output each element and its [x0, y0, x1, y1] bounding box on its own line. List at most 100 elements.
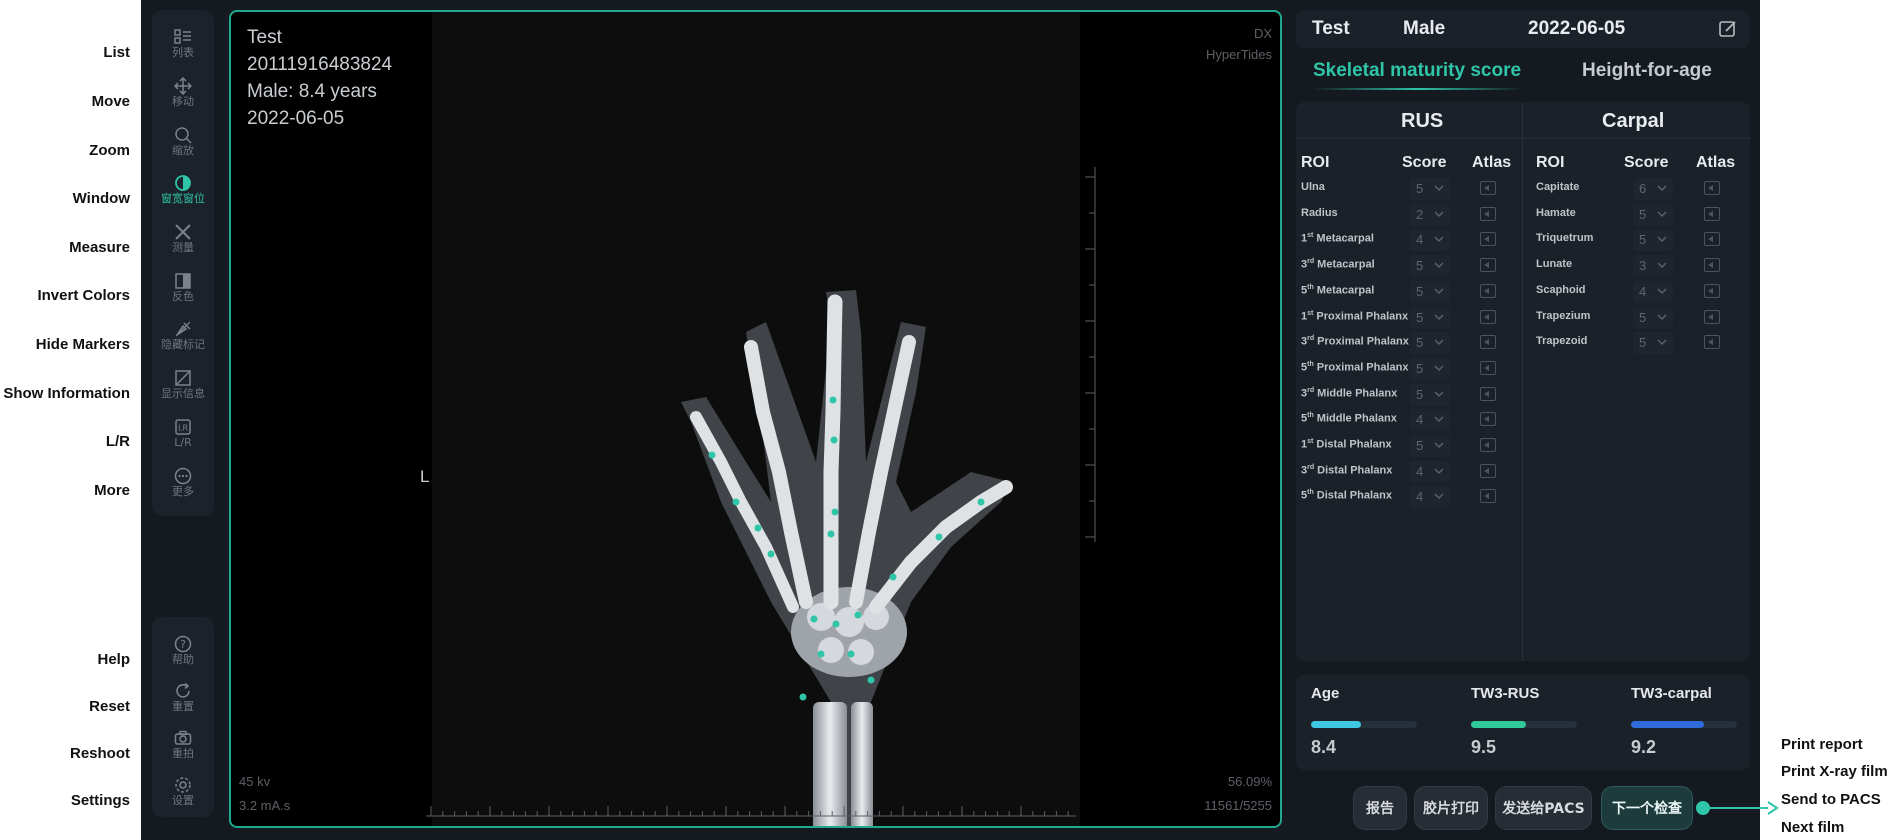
carpal-atlas-icon[interactable]: [1704, 232, 1720, 247]
rus-roi-name: 3rd Metacarpal: [1301, 258, 1375, 271]
roi-ordinal-suffix: th: [1307, 360, 1314, 368]
rus-atlas-icon[interactable]: [1480, 438, 1496, 452]
screen: List Move Zoom Window Measure Invert Col…: [0, 0, 1888, 840]
tool-measure[interactable]: 测量: [152, 219, 214, 265]
metrics-card: Age TW3-RUS TW3-carpal 8.4 9.5 9.2: [1296, 675, 1750, 770]
tool-show-info[interactable]: 显示信息: [152, 365, 214, 411]
patient-id-overlay: 20111916483824: [247, 54, 393, 75]
metric-age-fill: [1311, 721, 1361, 728]
chevron-down-icon: [1434, 442, 1444, 449]
hand-xray-image: [681, 290, 1013, 826]
rus-score-select[interactable]: 5: [1410, 332, 1450, 355]
carpal-score-select[interactable]: 4: [1633, 280, 1673, 303]
tool-reshoot[interactable]: 重拍: [152, 725, 214, 771]
window-level-overlay: 11561/5255: [1204, 798, 1272, 813]
carpal-score-select[interactable]: 5: [1633, 306, 1673, 329]
tool-zoom[interactable]: 缩放: [152, 122, 214, 168]
carpal-score-select[interactable]: 5: [1633, 229, 1673, 252]
chevron-down-icon: [1657, 339, 1667, 346]
carpal-score-select[interactable]: 6: [1633, 178, 1673, 200]
rus-roi-name: 3rd Distal Phalanx: [1301, 464, 1392, 477]
metric-age-label: Age: [1311, 685, 1340, 702]
annotation-print-report: Print report: [1781, 736, 1863, 753]
carpal-score-select[interactable]: 5: [1633, 332, 1673, 355]
tool-more[interactable]: 更多: [152, 463, 214, 509]
rus-atlas-icon[interactable]: [1480, 386, 1496, 401]
tool-label: 隐藏标记: [161, 338, 205, 351]
tool-invert[interactable]: 反色: [152, 268, 214, 314]
carpal-roi-name: Triquetrum: [1536, 232, 1594, 245]
rus-score-select[interactable]: 5: [1410, 357, 1450, 380]
tool-lr[interactable]: LR L/R: [152, 414, 214, 460]
carpal-atlas-icon[interactable]: [1704, 258, 1720, 273]
annotation-lr: L/R: [105, 433, 130, 450]
tool-help[interactable]: ? 帮助: [152, 631, 214, 677]
tool-hide-markers[interactable]: 隐藏标记: [152, 316, 214, 362]
rus-atlas-icon[interactable]: [1480, 360, 1496, 375]
invert-icon: [175, 273, 191, 289]
carpal-atlas-icon[interactable]: [1704, 181, 1720, 195]
tab-skeletal-maturity-score[interactable]: Skeletal maturity score: [1313, 60, 1521, 82]
metric-rus-value: 9.5: [1471, 737, 1497, 757]
rus-score-select[interactable]: 5: [1410, 178, 1450, 200]
rus-atlas-icon[interactable]: [1480, 412, 1496, 427]
rus-roi-name: 3rd Proximal Phalanx: [1301, 335, 1409, 348]
score-value: 3: [1639, 258, 1647, 274]
score-value: 6: [1639, 181, 1647, 196]
rus-atlas-icon[interactable]: [1480, 181, 1496, 195]
rus-atlas-icon[interactable]: [1480, 258, 1496, 273]
rus-atlas-icon[interactable]: [1480, 309, 1496, 324]
tool-reset[interactable]: 重置: [152, 678, 214, 724]
next-exam-button[interactable]: 下一个检查: [1601, 786, 1693, 830]
score-value: 2: [1416, 206, 1424, 222]
annotation-next-film: Next film: [1781, 819, 1845, 836]
print-report-button[interactable]: 报告: [1353, 786, 1407, 830]
score-value: 4: [1416, 489, 1424, 505]
rus-score-select[interactable]: 5: [1410, 435, 1450, 457]
rus-score-select[interactable]: 4: [1410, 229, 1450, 252]
carpal-atlas-icon[interactable]: [1704, 206, 1720, 221]
rus-score-select[interactable]: 2: [1410, 203, 1450, 226]
hide-markers-icon: [175, 321, 191, 337]
carpal-atlas-icon[interactable]: [1704, 335, 1720, 350]
more-icon: [174, 467, 192, 485]
rus-atlas-icon[interactable]: [1480, 232, 1496, 247]
tool-label: 反色: [172, 290, 194, 303]
rus-atlas-icon[interactable]: [1480, 335, 1496, 350]
carpal-atlas-icon[interactable]: [1704, 309, 1720, 324]
tool-label: 帮助: [172, 653, 194, 666]
tool-move[interactable]: 移动: [152, 73, 214, 119]
rus-score-select[interactable]: 5: [1410, 383, 1450, 406]
edit-icon[interactable]: [1718, 19, 1738, 39]
chevron-down-icon: [1434, 185, 1444, 192]
rus-score-select[interactable]: 4: [1410, 460, 1450, 483]
metric-rus-bar: [1471, 721, 1577, 728]
metric-age-value: 8.4: [1311, 737, 1337, 757]
rus-score-select[interactable]: 5: [1410, 306, 1450, 329]
reset-icon: [176, 682, 190, 698]
send-to-pacs-button[interactable]: 发送给PACS: [1495, 786, 1592, 830]
svg-text:LR: LR: [178, 424, 188, 433]
tool-window-level[interactable]: 窗宽窗位: [152, 170, 214, 216]
tab-height-for-age[interactable]: Height-for-age: [1582, 60, 1712, 82]
chevron-down-icon: [1657, 313, 1667, 320]
carpal-score-select[interactable]: 5: [1633, 203, 1673, 226]
roi-label: Proximal Phalanx: [1313, 310, 1409, 323]
tool-settings[interactable]: 设置: [152, 772, 214, 818]
carpal-atlas-icon[interactable]: [1704, 283, 1720, 298]
rus-atlas-icon[interactable]: [1480, 283, 1496, 298]
print-film-button[interactable]: 胶片打印: [1414, 786, 1488, 830]
rus-score-select[interactable]: 5: [1410, 255, 1450, 278]
rus-score-select[interactable]: 5: [1410, 280, 1450, 303]
rus-atlas-icon[interactable]: [1480, 206, 1496, 221]
xray-viewer[interactable]: Test 20111916483824 Male: 8.4 years 2022…: [229, 10, 1282, 828]
tool-label: 显示信息: [161, 387, 205, 400]
tool-list[interactable]: 列表: [152, 24, 214, 70]
rus-score-select[interactable]: 4: [1410, 409, 1450, 432]
rus-atlas-icon[interactable]: [1480, 489, 1496, 504]
annotation-reset: Reset: [89, 698, 130, 715]
roi-label: Distal Phalanx: [1313, 438, 1392, 451]
rus-atlas-icon[interactable]: [1480, 463, 1496, 478]
rus-score-select[interactable]: 4: [1410, 486, 1450, 509]
carpal-score-select[interactable]: 3: [1633, 255, 1673, 278]
